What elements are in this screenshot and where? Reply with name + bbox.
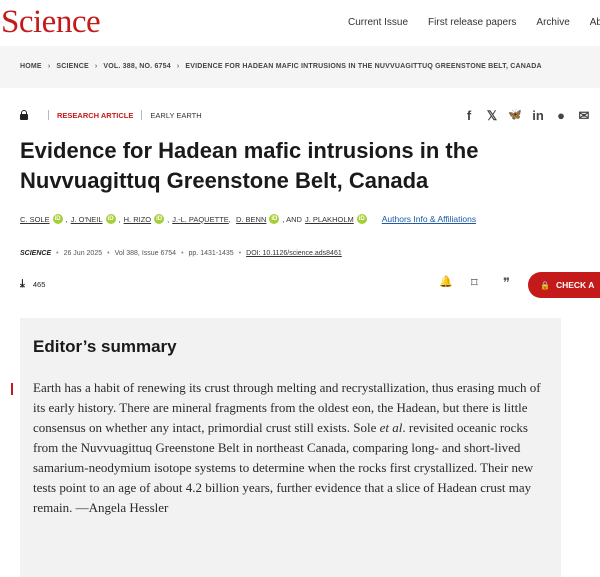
authors-and: , AND xyxy=(282,214,302,224)
chevron-right-icon: › xyxy=(94,63,98,70)
doi-link[interactable]: DOI: 10.1126/science.ads8461 xyxy=(246,250,342,257)
volume-issue[interactable]: Vol 388, Issue 6754 xyxy=(115,250,177,257)
author-link[interactable]: J. PLAKHOLM xyxy=(305,215,354,224)
nav-archive[interactable]: Archive xyxy=(536,17,569,28)
article-type[interactable]: RESEARCH ARTICLE xyxy=(57,111,133,120)
title-line-2: Nuvvuagittuq Greenstone Belt, Canada xyxy=(20,168,429,193)
reddit-icon[interactable]: ● xyxy=(551,108,571,124)
share-icons: f 𝕏 🦋 in ● ✉ xyxy=(459,108,597,124)
chevron-right-icon: › xyxy=(176,63,180,70)
orcid-icon[interactable]: iD xyxy=(269,214,280,224)
check-access-label: CHECK A xyxy=(555,280,595,290)
top-nav: Science Current Issue First release pape… xyxy=(0,0,600,46)
divider xyxy=(141,110,143,120)
breadcrumb-science[interactable]: SCIENCE xyxy=(56,63,89,70)
summary-text: Earth has a habit of renewing its crust … xyxy=(33,378,553,518)
breadcrumb-volume[interactable]: VOL. 388, NO. 6754 xyxy=(103,63,170,70)
pages: pp. 1431-1435 xyxy=(188,250,234,257)
affiliations-link[interactable]: Authors Info & Affiliations xyxy=(382,214,476,224)
nav-about[interactable]: Abo xyxy=(590,17,600,28)
downloads: ⤓ 465 xyxy=(20,278,45,291)
chevron-right-icon: › xyxy=(47,63,51,70)
lock-icon: 🔒 xyxy=(540,281,550,290)
linkedin-icon[interactable]: in xyxy=(528,108,548,124)
author-link[interactable]: D. BENN xyxy=(236,215,266,224)
bluesky-icon[interactable]: 🦋 xyxy=(505,108,525,124)
article-meta-row: RESEARCH ARTICLE EARLY EARTH xyxy=(20,108,202,122)
bookmark-icon[interactable]: ⌑ xyxy=(471,275,503,291)
nav-current-issue[interactable]: Current Issue xyxy=(348,17,408,28)
summary-heading: Editor’s summary xyxy=(33,337,177,356)
section-marker xyxy=(11,383,13,395)
author-link[interactable]: J.-L. PAQUETTE xyxy=(172,215,229,224)
divider xyxy=(48,110,49,120)
orcid-icon[interactable]: iD xyxy=(105,214,116,224)
science-logo[interactable]: Science xyxy=(1,4,101,41)
article-title: Evidence for Hadean mafic intrusions in … xyxy=(20,136,560,196)
nav-first-release[interactable]: First release papers xyxy=(428,17,516,28)
journal-name: SCIENCE xyxy=(20,250,52,257)
orcid-icon[interactable]: iD xyxy=(154,214,165,224)
check-access-button[interactable]: 🔒 CHECK A xyxy=(528,272,600,298)
author-list: C. SOLE iD, J. O'NEIL iD, H. RIZO iD, J.… xyxy=(20,214,477,224)
breadcrumb-bar: HOME › SCIENCE › VOL. 388, NO. 6754 › EV… xyxy=(0,46,600,88)
author-link[interactable]: J. O'NEIL xyxy=(71,215,103,224)
title-line-1: Evidence for Hadean mafic intrusions in … xyxy=(20,138,479,163)
action-icons: 🔔 ⌑ ❞ xyxy=(439,275,535,291)
summary-text-italic: et al xyxy=(379,420,403,435)
wechat-icon[interactable]: ✉ xyxy=(574,108,594,124)
facebook-icon[interactable]: f xyxy=(459,108,479,124)
breadcrumb-article: EVIDENCE FOR HADEAN MAFIC INTRUSIONS IN … xyxy=(185,63,542,70)
breadcrumb: HOME › SCIENCE › VOL. 388, NO. 6754 › EV… xyxy=(20,63,542,70)
bell-icon[interactable]: 🔔 xyxy=(439,275,471,291)
pub-date: 26 Jun 2025 xyxy=(63,250,103,257)
author-link[interactable]: H. RIZO xyxy=(124,215,152,224)
citation-line: SCIENCE • 26 Jun 2025 • Vol 388, Issue 6… xyxy=(20,250,342,257)
lock-icon xyxy=(20,110,28,120)
article-topic[interactable]: EARLY EARTH xyxy=(150,111,201,120)
x-icon[interactable]: 𝕏 xyxy=(482,108,502,124)
nav-links: Current Issue First release papers Archi… xyxy=(348,17,600,28)
orcid-icon[interactable]: iD xyxy=(356,214,367,224)
download-icon: ⤓ xyxy=(20,278,25,290)
download-count: 465 xyxy=(32,280,46,289)
breadcrumb-home[interactable]: HOME xyxy=(20,63,42,70)
editor-summary: Editor’s summary Earth has a habit of re… xyxy=(20,318,561,577)
author-link[interactable]: C. SOLE xyxy=(20,215,50,224)
orcid-icon[interactable]: iD xyxy=(52,214,63,224)
